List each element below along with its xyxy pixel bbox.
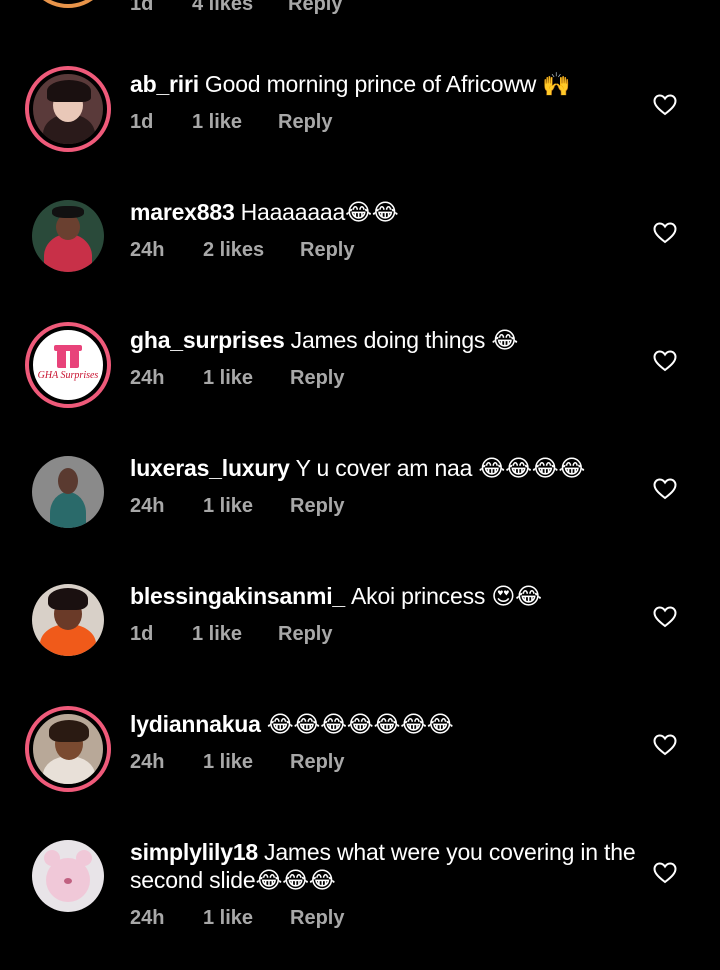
avatar[interactable]	[32, 840, 104, 912]
like-count[interactable]: 2 likes	[203, 238, 264, 262]
comment-username[interactable]: simplylily18	[130, 839, 258, 865]
comment-text-line: simplylily18 James what were you covering…	[130, 838, 640, 894]
comment-username[interactable]: ab_riri	[130, 71, 199, 97]
heart-outline-icon[interactable]	[653, 478, 677, 500]
comment-username[interactable]: lydiannakua	[130, 711, 261, 737]
comment-text-line: gha_surprises James doing things 😂	[130, 326, 630, 354]
comment-username[interactable]: marex883	[130, 199, 235, 225]
like-count[interactable]: 1 like	[192, 110, 242, 134]
comment-text: James doing things 😂	[290, 327, 519, 353]
gift-icon	[54, 344, 82, 368]
comment-text: Y u cover am naa 😂😂😂😂	[295, 455, 586, 481]
avatar[interactable]	[25, 706, 111, 792]
partial-avatar-ring	[25, 0, 111, 8]
like-count[interactable]: 4 likes	[192, 0, 253, 16]
avatar[interactable]	[32, 584, 104, 656]
like-count[interactable]: 1 like	[192, 622, 242, 646]
comment-text-line: luxeras_luxury Y u cover am naa 😂😂😂😂	[130, 454, 630, 482]
comment-time: 24h	[130, 367, 165, 389]
heart-outline-icon[interactable]	[653, 350, 677, 372]
avatar[interactable]	[25, 66, 111, 152]
comment-time: 24h	[130, 239, 165, 261]
comment-text: Akoi princess 😍😂	[351, 583, 542, 609]
like-count[interactable]: 1 like	[203, 494, 253, 518]
like-count[interactable]: 1 like	[203, 366, 253, 390]
heart-outline-icon[interactable]	[653, 222, 677, 244]
reply-button[interactable]: Reply	[300, 238, 354, 262]
comment-time: 24h	[130, 907, 165, 929]
avatar[interactable]: GHA Surprises	[25, 322, 111, 408]
reply-button[interactable]: Reply	[290, 906, 344, 930]
reply-button[interactable]: Reply	[278, 622, 332, 646]
comment-username[interactable]: gha_surprises	[130, 327, 285, 353]
reply-button[interactable]: Reply	[290, 494, 344, 518]
comment-text-line: blessingakinsanmi_ Akoi princess 😍😂	[130, 582, 630, 610]
comment-time: 24h	[130, 751, 165, 773]
avatar-logo-text: GHA Surprises	[37, 369, 99, 381]
comment-time: 24h	[130, 495, 165, 517]
reply-button[interactable]: Reply	[290, 750, 344, 774]
heart-outline-icon[interactable]	[653, 606, 677, 628]
comment-time: 1d	[130, 0, 154, 15]
comment-username[interactable]: blessingakinsanmi_	[130, 583, 345, 609]
avatar[interactable]	[32, 200, 104, 272]
comment-text-line: lydiannakua 😂😂😂😂😂😂😂	[130, 710, 630, 738]
comment-text-line: marex883 Haaaaaaa😂😂	[130, 198, 630, 226]
like-count[interactable]: 1 like	[203, 906, 253, 930]
reply-button[interactable]: Reply	[290, 366, 344, 390]
reply-button[interactable]: Reply	[288, 0, 342, 16]
avatar[interactable]	[32, 456, 104, 528]
comment-text: 😂😂😂😂😂😂😂	[266, 711, 454, 737]
heart-outline-icon[interactable]	[653, 734, 677, 756]
comment-text-line: ab_riri Good morning prince of Africoww 🙌	[130, 70, 630, 98]
like-count[interactable]: 1 like	[203, 750, 253, 774]
comment-time: 1d	[130, 111, 154, 133]
reply-button[interactable]: Reply	[278, 110, 332, 134]
comment-text: Good morning prince of Africoww 🙌	[204, 71, 571, 97]
comment-text: Haaaaaaa😂😂	[240, 199, 399, 225]
heart-outline-icon[interactable]	[653, 862, 677, 884]
heart-outline-icon[interactable]	[653, 94, 677, 116]
comment-username[interactable]: luxeras_luxury	[130, 455, 290, 481]
comment-time: 1d	[130, 623, 154, 645]
